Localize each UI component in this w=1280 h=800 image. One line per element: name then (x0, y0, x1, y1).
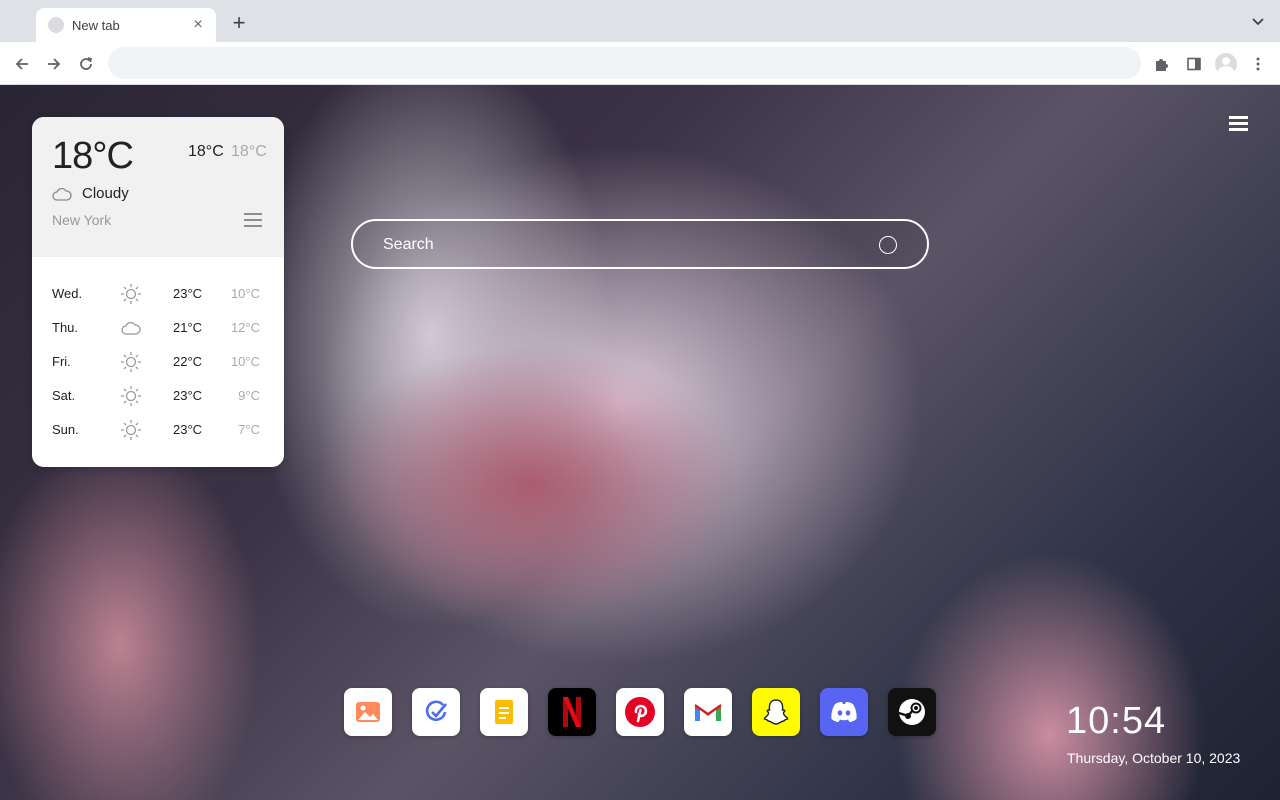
shortcut-tasks[interactable] (412, 688, 460, 736)
forecast-low: 9°C (238, 388, 260, 403)
today-low: 18°C (231, 143, 267, 160)
arrow-right-icon (48, 58, 61, 70)
shortcut-steam[interactable] (888, 688, 936, 736)
steam-icon (897, 697, 927, 727)
new-tab-page: 18°C 18°C 18°C Cloudy New York Wed. 23°C 1… (0, 85, 1280, 800)
shortcut-notes[interactable] (480, 688, 528, 736)
search-bar[interactable] (351, 219, 929, 269)
profile-button[interactable] (1214, 52, 1238, 76)
tab-new-tab[interactable]: New tab × (36, 8, 216, 42)
clock-date: Thursday, October 10, 2023 (1067, 750, 1241, 766)
sun-icon (120, 419, 142, 441)
shortcut-dock (344, 688, 936, 736)
page-menu-icon[interactable] (1229, 116, 1248, 132)
forecast-row: Thu. 21°C 12°C (32, 311, 284, 345)
forecast-row: Wed. 23°C 10°C (32, 277, 284, 311)
avatar-icon (1215, 53, 1237, 75)
city-label: New York (52, 212, 112, 228)
check-icon (423, 699, 449, 725)
browser-menu-button[interactable] (1246, 52, 1270, 76)
reload-button[interactable] (74, 52, 98, 76)
forecast-high: 23°C (173, 422, 203, 437)
forecast-day: Thu. (52, 320, 79, 335)
forecast-day: Sat. (52, 388, 76, 403)
forecast-list: Wed. 23°C 10°C Thu. 21°C 12°C Fri. 22°C 10°C Sat.… (32, 277, 284, 447)
shortcut-netflix[interactable] (548, 688, 596, 736)
shortcut-snapchat[interactable] (752, 688, 800, 736)
weather-menu-icon[interactable] (244, 213, 262, 229)
weather-current: 18°C 18°C 18°C Cloudy New York (32, 117, 284, 257)
forecast-high: 21°C (173, 320, 203, 335)
forecast-day: Wed. (52, 286, 83, 301)
tab-title: New tab (72, 17, 120, 33)
globe-icon (48, 17, 64, 33)
shortcut-gmail[interactable] (684, 688, 732, 736)
forecast-row: Sun. 23°C 7°C (32, 413, 284, 447)
weather-condition: Cloudy (52, 185, 129, 202)
arrow-left-icon (15, 58, 28, 70)
browser-toolbar (0, 42, 1280, 85)
back-button[interactable] (10, 52, 34, 76)
address-bar[interactable] (108, 47, 1141, 79)
chevron-down-icon[interactable] (1250, 13, 1266, 29)
forecast-high: 23°C (173, 388, 203, 403)
netflix-icon (562, 697, 582, 727)
discord-icon (829, 700, 859, 724)
snapchat-icon (761, 697, 791, 727)
forecast-low: 10°C (230, 354, 260, 369)
kebab-icon (1256, 57, 1260, 71)
pinterest-icon (624, 696, 656, 728)
forecast-row: Sat. 23°C 9°C (32, 379, 284, 413)
forward-button[interactable] (42, 52, 66, 76)
sun-icon (120, 351, 142, 373)
forecast-low: 12°C (230, 320, 260, 335)
sun-icon (120, 385, 142, 407)
forecast-low: 7°C (238, 422, 260, 437)
sun-icon (120, 283, 142, 305)
shortcut-pinterest[interactable] (616, 688, 664, 736)
reload-icon (80, 57, 93, 70)
side-panel-icon (1187, 57, 1201, 71)
photo-icon (355, 701, 381, 723)
current-temperature: 18°C (52, 135, 134, 177)
side-panel-button[interactable] (1182, 52, 1206, 76)
condition-label: Cloudy (82, 185, 129, 202)
search-icon[interactable] (879, 236, 897, 254)
tab-strip: New tab × + (0, 0, 1280, 42)
clock-time: 10:54 (1066, 700, 1167, 742)
search-input[interactable] (383, 233, 853, 257)
tab-close-button[interactable]: × (190, 17, 206, 33)
forecast-day: Fri. (52, 354, 71, 369)
shortcut-photos[interactable] (344, 688, 392, 736)
new-tab-button[interactable]: + (228, 12, 250, 35)
puzzle-icon (1156, 59, 1168, 71)
gmail-icon (693, 701, 723, 723)
forecast-low: 10°C (230, 286, 260, 301)
weather-widget[interactable]: 18°C 18°C 18°C Cloudy New York Wed. 23°C 1… (32, 117, 284, 467)
cloud-icon (52, 187, 72, 201)
forecast-high: 23°C (173, 286, 203, 301)
today-high: 18°C (188, 143, 224, 160)
forecast-row: Fri. 22°C 10°C (32, 345, 284, 379)
forecast-high: 22°C (173, 354, 203, 369)
cloud-icon (120, 317, 142, 339)
extensions-button[interactable] (1150, 52, 1174, 76)
shortcut-discord[interactable] (820, 688, 868, 736)
forecast-day: Sun. (52, 422, 79, 437)
note-icon (492, 699, 516, 725)
